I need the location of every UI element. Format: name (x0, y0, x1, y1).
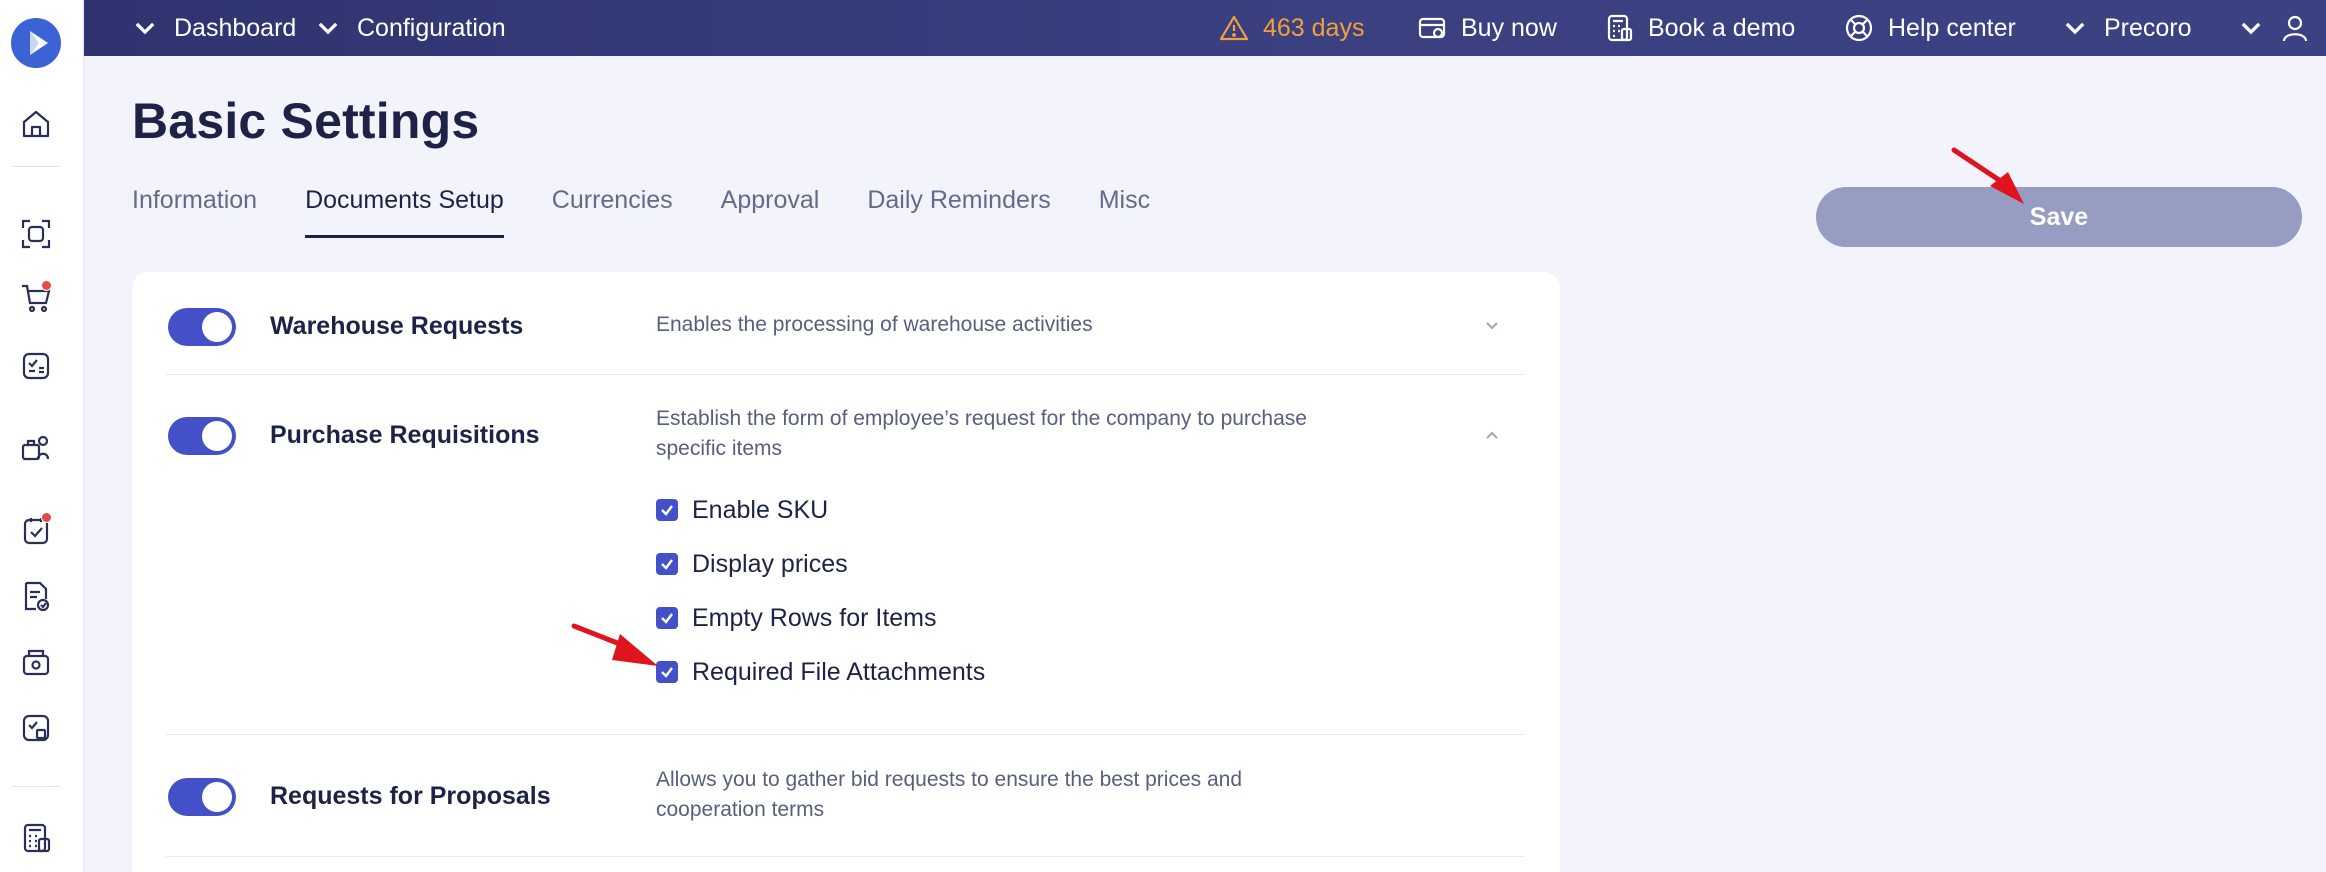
company-switcher[interactable]: Precoro (2060, 0, 2192, 56)
enable-sku-checkbox[interactable] (656, 499, 678, 521)
configuration-menu[interactable]: Configuration (313, 0, 506, 56)
save-button[interactable]: Save (1816, 187, 2302, 247)
supplier-icon[interactable] (16, 428, 56, 468)
requests-for-proposals-description: Allows you to gather bid requests to ens… (656, 768, 1243, 821)
tab-approval[interactable]: Approval (721, 186, 820, 238)
settings-tabs: Information Documents Setup Currencies A… (132, 186, 1198, 238)
toggle-knob (202, 421, 232, 451)
payment-icon[interactable] (16, 642, 56, 682)
top-navigation-bar: Dashboard Configuration 463 days Buy now… (84, 0, 2326, 56)
invoice-icon[interactable] (16, 576, 56, 616)
checkmark-icon (661, 667, 673, 678)
scan-icon[interactable] (16, 214, 56, 254)
tab-currencies[interactable]: Currencies (552, 186, 673, 238)
calculator-icon[interactable] (16, 818, 56, 858)
display-prices-label: Display prices (692, 549, 848, 578)
warehouse-requests-toggle[interactable] (168, 308, 236, 346)
calculator-icon (1607, 14, 1633, 42)
book-demo-link[interactable]: Book a demo (1604, 0, 1795, 56)
lifebuoy-icon (1845, 14, 1873, 42)
toggle-knob (202, 782, 232, 812)
checkmark-icon (661, 613, 673, 624)
logo-icon[interactable] (11, 18, 61, 68)
notification-dot (41, 280, 52, 291)
empty-rows-checkbox[interactable] (656, 607, 678, 629)
credit-card-icon (1418, 17, 1446, 39)
requests-for-proposals-toggle[interactable] (168, 778, 236, 816)
checkmark-icon (661, 559, 673, 570)
help-center-link[interactable]: Help center (1844, 0, 2016, 56)
notification-dot (41, 512, 52, 523)
license-days-text: 463 days (1263, 13, 1365, 42)
required-file-attachments-option[interactable]: Required File Attachments (656, 657, 985, 687)
receipt-icon[interactable] (16, 708, 56, 748)
chevron-down-icon (135, 22, 155, 35)
dashboard-menu[interactable]: Dashboard (130, 0, 296, 56)
enable-sku-option[interactable]: Enable SKU (656, 495, 828, 525)
toggle-knob (202, 312, 232, 342)
company-label: Precoro (2104, 13, 2192, 42)
requests-for-proposals-title: Requests for Proposals (270, 782, 551, 810)
display-prices-option[interactable]: Display prices (656, 549, 848, 579)
user-icon (2282, 15, 2308, 42)
tab-misc[interactable]: Misc (1099, 186, 1150, 238)
license-warning[interactable]: 463 days (1219, 0, 1364, 56)
enable-sku-label: Enable SKU (692, 495, 829, 524)
purchase-requisitions-description: Establish the form of employee’s request… (656, 407, 1307, 460)
required-file-attachments-checkbox[interactable] (656, 661, 678, 683)
chevron-down-icon (2241, 22, 2261, 35)
purchase-requisitions-title: Purchase Requisitions (270, 421, 540, 449)
configuration-label: Configuration (357, 13, 506, 42)
display-prices-checkbox[interactable] (656, 553, 678, 575)
buy-now-label: Buy now (1461, 13, 1557, 42)
required-file-attachments-label: Required File Attachments (692, 657, 986, 686)
home-icon[interactable] (16, 104, 56, 144)
empty-rows-option[interactable]: Empty Rows for Items (656, 603, 937, 633)
sidebar (0, 0, 84, 872)
tab-documents-setup[interactable]: Documents Setup (305, 186, 504, 238)
row-divider (166, 374, 1524, 375)
sidebar-divider (12, 786, 60, 787)
purchase-requisitions-toggle[interactable] (168, 417, 236, 455)
request-icon[interactable] (16, 346, 56, 386)
buy-now-link[interactable]: Buy now (1417, 0, 1557, 56)
chevron-down-icon[interactable] (1482, 316, 1502, 336)
warehouse-requests-title: Warehouse Requests (270, 312, 524, 340)
cart-icon[interactable] (16, 278, 56, 318)
chevron-down-icon (2065, 22, 2085, 35)
dashboard-label: Dashboard (174, 13, 297, 42)
page-title: Basic Settings (132, 93, 480, 149)
empty-rows-label: Empty Rows for Items (692, 603, 937, 632)
warehouse-requests-description: Enables the processing of warehouse acti… (656, 313, 1093, 336)
warning-icon (1219, 15, 1249, 41)
help-center-label: Help center (1888, 13, 2016, 42)
row-divider (166, 734, 1524, 735)
chevron-down-icon (318, 22, 338, 35)
sidebar-divider (12, 166, 60, 167)
row-divider (166, 856, 1524, 857)
tab-information[interactable]: Information (132, 186, 257, 238)
settings-card: Warehouse Requests Enables the processin… (132, 272, 1560, 872)
checkmark-icon (661, 505, 673, 516)
user-menu[interactable] (2236, 0, 2310, 56)
book-demo-label: Book a demo (1648, 13, 1796, 42)
chevron-up-icon[interactable] (1482, 425, 1502, 445)
approval-icon[interactable] (16, 510, 56, 550)
tab-daily-reminders[interactable]: Daily Reminders (867, 186, 1050, 238)
